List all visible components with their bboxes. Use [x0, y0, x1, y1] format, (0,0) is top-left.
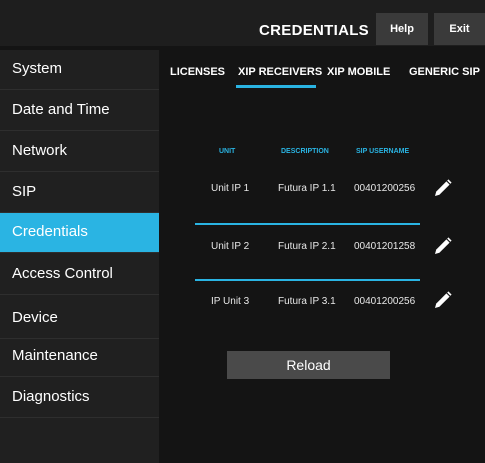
reload-button[interactable]: Reload	[227, 351, 390, 379]
sidebar-item-device[interactable]: Device	[0, 299, 159, 339]
sidebar-item-sip[interactable]: SIP	[0, 173, 159, 213]
cell-description: Futura IP 1.1	[278, 183, 336, 194]
cell-sip-username: 00401200256	[354, 296, 416, 307]
sidebar-item-label: Diagnostics	[12, 388, 90, 405]
sidebar-item-label: Date and Time	[12, 101, 110, 118]
exit-button[interactable]: Exit	[434, 13, 485, 45]
sidebar-item-maintenance[interactable]: Maintenance	[0, 337, 159, 377]
pencil-icon[interactable]	[431, 236, 453, 258]
pencil-icon[interactable]	[431, 290, 453, 312]
cell-description: Futura IP 2.1	[278, 241, 336, 252]
tab-xip-mobile[interactable]: XIP MOBILE	[327, 66, 390, 78]
cell-unit: IP Unit 3	[211, 296, 250, 307]
sidebar-item-credentials[interactable]: Credentials	[0, 213, 159, 253]
sidebar-item-network[interactable]: Network	[0, 132, 159, 172]
sidebar: System Date and Time Network SIP Credent…	[0, 50, 159, 463]
tab-licenses[interactable]: LICENSES	[170, 66, 225, 78]
sidebar-item-label: System	[12, 60, 63, 77]
row-divider	[195, 279, 420, 281]
help-button[interactable]: Help	[376, 13, 428, 45]
sidebar-item-access-control[interactable]: Access Control	[0, 255, 159, 295]
cell-unit: Unit IP 1	[211, 183, 250, 194]
pencil-icon[interactable]	[431, 178, 453, 200]
row-divider	[195, 223, 420, 225]
column-header-unit: UNIT	[219, 148, 236, 155]
sidebar-item-label: Device	[12, 309, 58, 326]
cell-sip-username: 00401200256	[354, 183, 416, 194]
sidebar-item-label: SIP	[12, 183, 37, 200]
sidebar-item-label: Access Control	[12, 265, 113, 282]
sidebar-item-label: Network	[12, 142, 68, 159]
sidebar-item-label: Credentials	[12, 223, 88, 240]
sidebar-item-diagnostics[interactable]: Diagnostics	[0, 378, 159, 418]
cell-description: Futura IP 3.1	[278, 296, 336, 307]
column-header-description: DESCRIPTION	[281, 148, 329, 155]
cell-unit: Unit IP 2	[211, 241, 250, 252]
tab-xip-receivers[interactable]: XIP RECEIVERS	[238, 66, 322, 78]
cell-sip-username: 00401201258	[354, 241, 416, 252]
sidebar-item-system[interactable]: System	[0, 50, 159, 90]
column-header-sip-username: SIP USERNAME	[356, 148, 410, 155]
active-tab-indicator	[236, 85, 316, 88]
sidebar-item-label: Maintenance	[12, 347, 98, 364]
page-title: CREDENTIALS	[259, 22, 369, 39]
tab-generic-sip[interactable]: GENERIC SIP	[409, 66, 480, 78]
sidebar-item-date-and-time[interactable]: Date and Time	[0, 91, 159, 131]
